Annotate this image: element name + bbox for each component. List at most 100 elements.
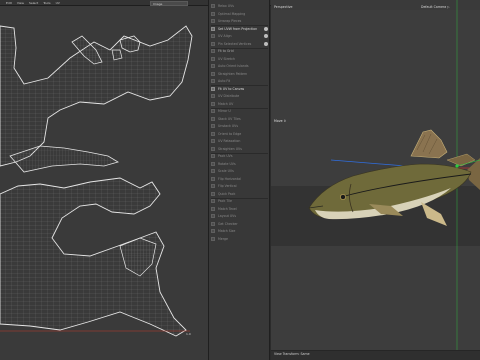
- tool-item-label: Auto Fit: [218, 79, 231, 83]
- tool-item-label: UV Distribute: [218, 94, 240, 98]
- tool-item-label: Orient to Edge: [218, 131, 242, 136]
- tool-item-icon: [211, 4, 215, 8]
- tool-item[interactable]: Pack Tile: [211, 198, 268, 204]
- tool-item[interactable]: Pin Selected Vertices: [211, 41, 268, 47]
- tool-item-icon: [211, 71, 215, 76]
- tool-item[interactable]: Relax UVs: [211, 3, 268, 9]
- uv-tool-panel: Relax UVs Optimal Mapping Unwrap Pieces Set…: [208, 0, 270, 360]
- tool-item-icon: [211, 41, 215, 46]
- tool-item-icon: [211, 26, 215, 31]
- gear-icon[interactable]: [264, 41, 268, 46]
- tool-item-icon: [211, 161, 215, 166]
- menu-tools[interactable]: Tools: [43, 1, 50, 5]
- tool-item-label: Pack UVs: [218, 154, 233, 158]
- tool-item[interactable]: Straighten Pattern: [211, 71, 268, 77]
- tool-item-label: UV Relaxation: [218, 139, 241, 143]
- tool-item-icon: [211, 64, 215, 68]
- tool-item[interactable]: Set UVW from Projection: [211, 26, 268, 32]
- tool-item-icon: [211, 229, 215, 233]
- tool-item[interactable]: Match Texel: [211, 206, 268, 212]
- tool-item-label: Rotate UVs: [218, 161, 236, 166]
- tool-item[interactable]: Straighten UVs: [211, 146, 268, 152]
- tool-item-label: Match UV: [218, 101, 234, 106]
- menu-uv[interactable]: UV: [56, 1, 60, 5]
- tool-item-icon: [211, 101, 215, 106]
- tool-item[interactable]: Auto Orient Islands: [211, 63, 268, 69]
- tool-item-icon: [211, 176, 215, 181]
- tool-item[interactable]: Quick Pack: [211, 191, 268, 197]
- uv-island-piece-b: [111, 49, 123, 61]
- tool-item[interactable]: Rotate UVs: [211, 161, 268, 167]
- tool-item-label: Pack Tile: [218, 199, 232, 203]
- tool-item[interactable]: Mirror U: [211, 108, 268, 114]
- tool-item-label: Match Size: [218, 229, 236, 233]
- gear-icon[interactable]: [264, 34, 268, 38]
- tool-item[interactable]: Match UV: [211, 101, 268, 107]
- move-tool-label: Move ⇕: [274, 119, 287, 123]
- menu-view[interactable]: View: [17, 1, 24, 5]
- tool-item-icon: [211, 131, 215, 136]
- tool-item[interactable]: UV Stretch: [211, 56, 268, 62]
- tool-item[interactable]: Scale UVs: [211, 168, 268, 174]
- tool-item[interactable]: Optimal Mapping: [211, 11, 268, 17]
- tool-item-icon: [211, 206, 215, 211]
- tool-item-label: Get Checker: [218, 221, 238, 226]
- tool-item-icon: [211, 139, 215, 143]
- view-transform-label[interactable]: View Transform: Same: [274, 352, 310, 356]
- uv-editor-canvas[interactable]: 1.0: [0, 6, 208, 360]
- tool-item[interactable]: Fit to Grid: [211, 48, 268, 54]
- tool-item-icon: [211, 116, 215, 121]
- tool-item-label: Match Texel: [218, 206, 237, 211]
- tool-item-label: Optimal Mapping: [218, 11, 246, 16]
- tool-item[interactable]: Layout UVs: [211, 213, 268, 219]
- tool-item-icon: [211, 221, 215, 226]
- tool-item-icon: [211, 49, 215, 53]
- tool-item-icon: [211, 169, 215, 173]
- tool-item[interactable]: Flip Horizontal: [211, 176, 268, 182]
- tool-item-label: Mirror U: [218, 109, 231, 113]
- uv-island-upper: [0, 25, 193, 167]
- uv-wireframe: [0, 25, 193, 337]
- fish-rear-fin: [446, 153, 476, 167]
- tool-item-icon: [211, 86, 215, 91]
- tool-item-icon: [211, 19, 215, 23]
- gear-icon[interactable]: [264, 26, 268, 31]
- tool-item-icon: [211, 109, 215, 113]
- menu-edit[interactable]: Edit: [6, 1, 12, 5]
- image-view-select[interactable]: Image: [150, 0, 188, 6]
- tool-item-label: Quick Pack: [218, 191, 236, 196]
- tool-item-label: Scale UVs: [218, 169, 234, 173]
- tool-item-icon: [211, 146, 215, 151]
- tool-item-label: Pin Selected Vertices: [218, 41, 252, 46]
- tool-item[interactable]: Unwrap Pieces: [211, 18, 268, 24]
- tool-item[interactable]: Pack UVs: [211, 153, 268, 159]
- tool-item-label: Fit to Grid: [218, 49, 234, 53]
- tool-item[interactable]: UV Align: [211, 33, 268, 39]
- tool-item-icon: [211, 184, 215, 188]
- tool-item-label: Fit UV to Canvas: [218, 86, 245, 91]
- tool-item[interactable]: Fit UV to Canvas: [211, 86, 268, 92]
- tool-item-label: UV Stretch: [218, 56, 236, 61]
- tool-item-label: Relax UVs: [218, 4, 234, 8]
- fish-eye: [340, 194, 346, 200]
- tool-item[interactable]: Merge: [211, 236, 268, 242]
- tool-item[interactable]: Orient to Edge: [211, 131, 268, 137]
- tool-item-icon: [211, 154, 215, 158]
- tool-item[interactable]: Flip Vertical: [211, 183, 268, 189]
- menu-select[interactable]: Select: [29, 1, 38, 5]
- perspective-viewport[interactable]: Perspective Default Camera ▷ Move ⇕ View…: [271, 0, 480, 360]
- tool-item[interactable]: Stack UV Tiles: [211, 116, 268, 122]
- tool-item[interactable]: UV Relaxation: [211, 138, 268, 144]
- tool-item[interactable]: Get Checker: [211, 221, 268, 227]
- tool-item-icon: [211, 94, 215, 98]
- tool-item[interactable]: Match Size: [211, 228, 268, 234]
- tool-item-icon: [211, 56, 215, 61]
- tool-item-label: Straighten Pattern: [218, 71, 248, 76]
- tool-item-icon: [211, 34, 215, 38]
- tool-item[interactable]: Unstack UVs: [211, 123, 268, 129]
- tool-item-label: Straighten UVs: [218, 146, 242, 151]
- tool-item-label: Unstack UVs: [218, 124, 239, 128]
- tool-item-icon: [211, 236, 215, 241]
- tool-item[interactable]: Auto Fit: [211, 78, 268, 84]
- tool-item[interactable]: UV Distribute: [211, 93, 268, 99]
